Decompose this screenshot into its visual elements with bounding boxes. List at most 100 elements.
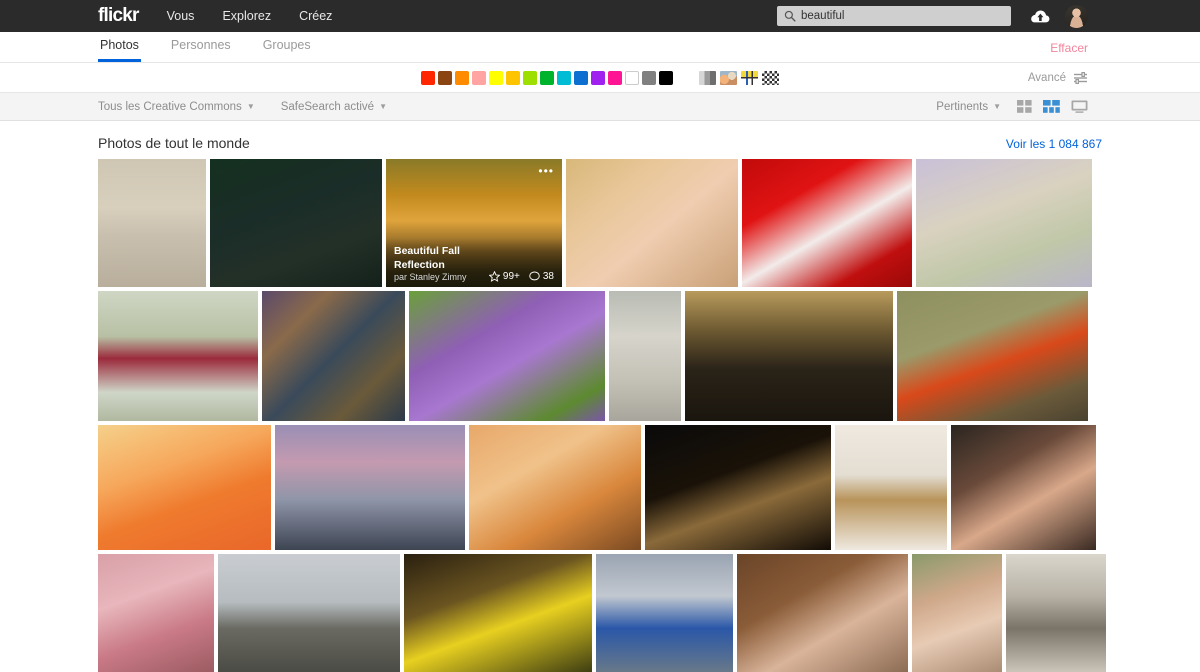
style-shallow-focus-swatch[interactable]	[720, 70, 737, 85]
view-mode-grid[interactable]	[1017, 100, 1032, 113]
advanced-label: Avancé	[1027, 71, 1066, 84]
chevron-down-icon: ▼	[246, 102, 255, 111]
photo-title: Beautiful Fall Reflection	[394, 244, 460, 271]
color-swatches	[421, 70, 673, 85]
filter-dropdowns: Tous les Creative Commons ▼ SafeSearch a…	[98, 101, 387, 113]
nav-item-creez[interactable]: Créez	[299, 9, 332, 23]
style-swatches	[699, 70, 779, 85]
search-box[interactable]	[777, 6, 1011, 26]
comment-icon	[529, 271, 540, 281]
view-mode-switcher	[1017, 100, 1088, 113]
view-mode-justified[interactable]	[1043, 100, 1060, 113]
fave-count: 99+	[488, 271, 520, 282]
photo-fall-reflection[interactable]: ••• Beautiful Fall Reflection par Stanley …	[386, 159, 562, 287]
color-swatch-2[interactable]	[455, 70, 469, 85]
photo-industrial-interior[interactable]	[685, 291, 893, 421]
photo-info-overlay: Beautiful Fall Reflection par Stanley Zim…	[386, 237, 562, 287]
photo-author: par Stanley Zimny	[394, 272, 467, 282]
photo-framed-artwork[interactable]	[1006, 554, 1106, 672]
color-swatch-14[interactable]	[659, 70, 673, 85]
photo-orange-flower-macro[interactable]	[98, 425, 271, 550]
fave-count-value: 99+	[502, 271, 520, 282]
photo-sailboats-harbor[interactable]	[275, 425, 465, 550]
photo-girl-portrait[interactable]	[912, 554, 1002, 672]
style-black-and-white-swatch[interactable]	[762, 70, 779, 85]
results-section: Photos de tout le monde Voir les 1 084 8…	[0, 121, 1200, 672]
photo-grid: ••• Beautiful Fall Reflection par Stanley …	[98, 159, 1106, 672]
results-title: Photos de tout le monde	[98, 135, 250, 151]
nav-item-vous[interactable]: Vous	[167, 9, 195, 23]
photo-moth-flowers[interactable]	[916, 159, 1092, 287]
color-swatch-5[interactable]	[506, 70, 520, 85]
photo-yellow-flower[interactable]	[404, 554, 592, 672]
nav-item-explorez[interactable]: Explorez	[222, 9, 271, 23]
sort-filter[interactable]: Pertinents ▼	[936, 101, 1001, 113]
view-all-results-link[interactable]: Voir les 1 084 867	[1006, 137, 1102, 151]
photo-row	[98, 425, 1102, 550]
safesearch-filter-label: SafeSearch activé	[280, 100, 375, 113]
filter-bar-right: Pertinents ▼	[936, 100, 1088, 113]
user-avatar[interactable]	[1065, 4, 1088, 28]
advanced-search-button[interactable]: Avancé	[1028, 72, 1088, 84]
color-swatch-4[interactable]	[489, 70, 503, 85]
style-depth-of-field-swatch[interactable]	[699, 70, 716, 85]
sort-filter-label: Pertinents	[936, 100, 989, 113]
style-pattern-swatch[interactable]	[741, 70, 758, 85]
photo-leopard-black[interactable]	[645, 425, 831, 550]
color-swatch-3[interactable]	[472, 70, 486, 85]
photo-two-men-festival[interactable]	[596, 554, 733, 672]
search-tabs-bar: Photos Personnes Groupes Effacer	[0, 32, 1200, 63]
color-swatch-7[interactable]	[540, 70, 554, 85]
results-header: Photos de tout le monde Voir les 1 084 8…	[98, 121, 1102, 159]
color-swatch-10[interactable]	[591, 70, 605, 85]
photo-meta: Beautiful Fall Reflection par Stanley Zim…	[394, 244, 489, 282]
photo-group-portrait[interactable]	[951, 425, 1096, 550]
photo-woman-elevator[interactable]	[609, 291, 681, 421]
color-swatch-12[interactable]	[625, 70, 639, 85]
photo-purple-lilac[interactable]	[409, 291, 605, 421]
photo-photo-mosaic[interactable]	[262, 291, 405, 421]
view-mode-slideshow[interactable]	[1071, 100, 1088, 113]
tab-photos[interactable]: Photos	[98, 38, 141, 62]
flickr-logo[interactable]: flickr	[98, 5, 139, 27]
photo-cliff-landscape[interactable]	[218, 554, 400, 672]
sliders-icon	[1074, 71, 1087, 84]
photo-row: ••• Beautiful Fall Reflection par Stanley …	[98, 159, 1102, 287]
photo-red-tree-pond[interactable]	[98, 291, 258, 421]
clear-filters-link[interactable]: Effacer	[1050, 41, 1088, 55]
photo-orange-cat[interactable]	[469, 425, 641, 550]
color-swatch-8[interactable]	[557, 70, 571, 85]
color-swatch-1[interactable]	[438, 70, 452, 85]
safesearch-filter[interactable]: SafeSearch activé ▼	[281, 101, 387, 113]
color-swatch-0[interactable]	[421, 70, 435, 85]
search-tabs: Photos Personnes Groupes	[98, 38, 341, 62]
photo-stats: 99+ 38	[488, 271, 554, 282]
photo-woman-pink-scarf[interactable]	[98, 554, 214, 672]
tab-personnes[interactable]: Personnes	[169, 38, 233, 62]
more-options-icon[interactable]: •••	[538, 165, 554, 177]
chevron-down-icon: ▼	[993, 102, 1001, 111]
photo-beach-friends[interactable]	[98, 159, 206, 287]
photo-red-maple-leaves[interactable]	[742, 159, 912, 287]
filter-bar: Tous les Creative Commons ▼ SafeSearch a…	[0, 93, 1200, 121]
photo-brass-bell[interactable]	[835, 425, 947, 550]
license-filter-label: Tous les Creative Commons	[98, 100, 242, 113]
top-bar-right	[777, 0, 1088, 32]
comment-count: 38	[529, 271, 554, 282]
color-filter-bar: Avancé	[0, 63, 1200, 93]
color-swatch-13[interactable]	[642, 70, 656, 85]
photo-ladybug[interactable]	[897, 291, 1088, 421]
color-swatch-11[interactable]	[608, 70, 622, 85]
color-swatch-9[interactable]	[574, 70, 588, 85]
photo-girl-swing-dark[interactable]	[210, 159, 382, 287]
chevron-down-icon: ▼	[379, 102, 387, 111]
upload-button[interactable]	[1029, 6, 1051, 26]
main-nav: Vous Explorez Créez	[167, 9, 361, 23]
search-input[interactable]	[777, 6, 1011, 26]
photo-woman-brown-hair[interactable]	[737, 554, 908, 672]
photo-blonde-eye[interactable]	[566, 159, 738, 287]
license-filter[interactable]: Tous les Creative Commons ▼	[98, 101, 255, 113]
color-swatch-6[interactable]	[523, 70, 537, 85]
star-icon	[488, 271, 500, 282]
tab-groupes[interactable]: Groupes	[261, 38, 313, 62]
